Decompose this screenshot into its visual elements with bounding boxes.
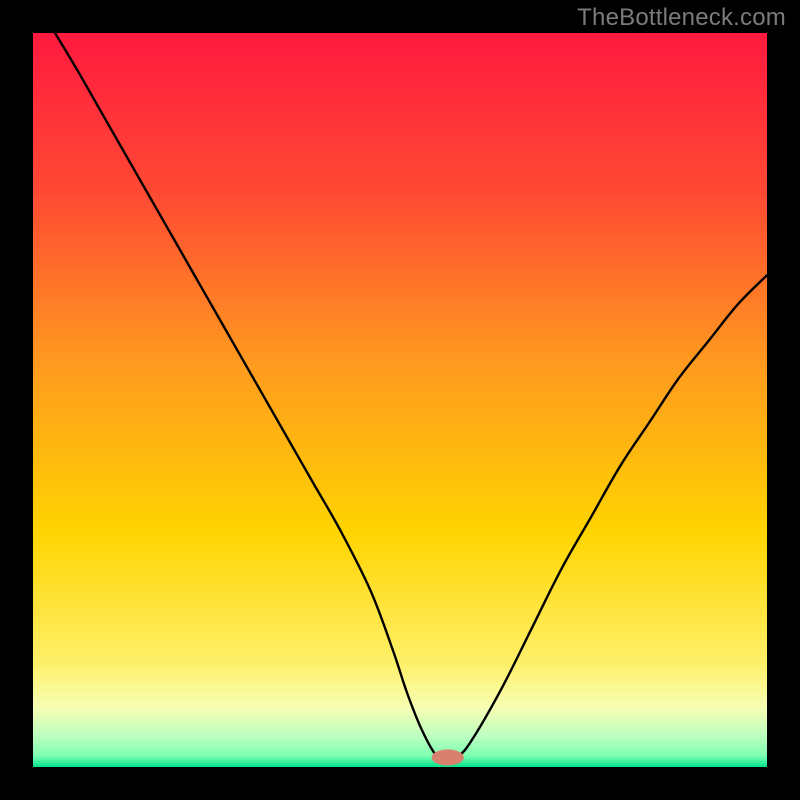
bottleneck-chart [33,33,767,767]
plot-area [33,33,767,767]
watermark-text: TheBottleneck.com [577,4,786,32]
gradient-background [33,33,767,767]
optimal-point-marker [432,749,464,765]
chart-frame: TheBottleneck.com [0,0,800,800]
